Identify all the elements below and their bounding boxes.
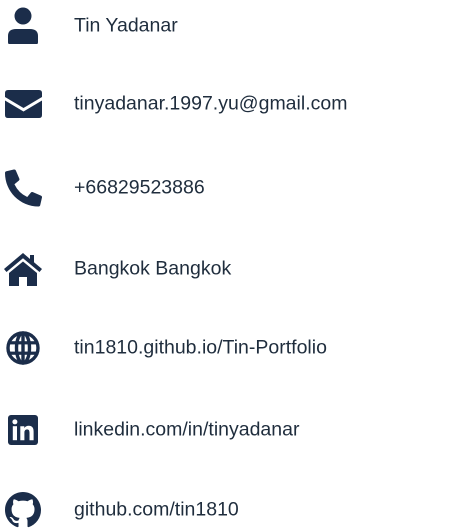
envelope-icon bbox=[0, 84, 46, 124]
contact-email-row[interactable]: tinyadanar.1997.yu@gmail.com bbox=[0, 84, 449, 124]
contact-github-link[interactable]: github.com/tin1810 bbox=[74, 500, 239, 520]
phone-icon bbox=[0, 168, 46, 208]
user-icon bbox=[0, 6, 46, 46]
contact-github-row[interactable]: github.com/tin1810 bbox=[0, 490, 449, 528]
home-icon bbox=[0, 249, 46, 289]
contact-email-link[interactable]: tinyadanar.1997.yu@gmail.com bbox=[74, 94, 347, 114]
contact-list: Tin Yadanar tinyadanar.1997.yu@gmail.com… bbox=[0, 0, 449, 528]
contact-linkedin-link[interactable]: linkedin.com/in/tinyadanar bbox=[74, 420, 299, 440]
github-icon bbox=[0, 490, 46, 528]
contact-location-row: Bangkok Bangkok bbox=[0, 249, 449, 289]
contact-website-row[interactable]: tin1810.github.io/Tin-Portfolio bbox=[0, 328, 449, 368]
contact-phone[interactable]: +66829523886 bbox=[74, 178, 205, 198]
contact-name: Tin Yadanar bbox=[74, 14, 178, 37]
linkedin-icon bbox=[0, 410, 46, 450]
contact-website-link[interactable]: tin1810.github.io/Tin-Portfolio bbox=[74, 338, 327, 358]
contact-phone-row[interactable]: +66829523886 bbox=[0, 168, 449, 208]
contact-location: Bangkok Bangkok bbox=[74, 257, 232, 280]
globe-icon bbox=[0, 328, 46, 368]
contact-name-row: Tin Yadanar bbox=[0, 6, 449, 46]
contact-linkedin-row[interactable]: linkedin.com/in/tinyadanar bbox=[0, 410, 449, 450]
